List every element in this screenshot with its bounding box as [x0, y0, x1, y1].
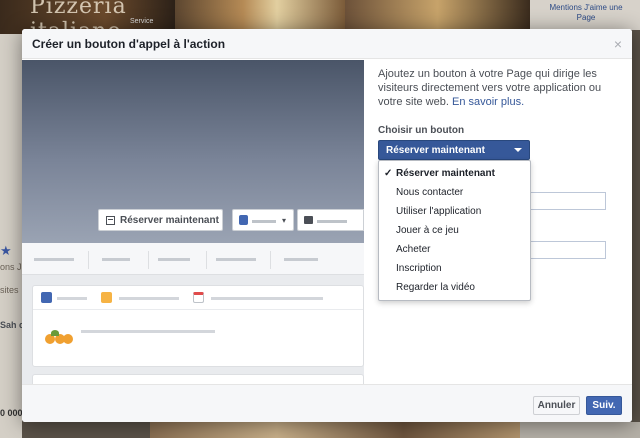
placeholder-bar: [158, 258, 190, 261]
cover-service-text: Service: [130, 18, 154, 25]
option-label: Jouer à ce jeu: [396, 225, 459, 236]
photo-icon: [101, 292, 112, 303]
url-input[interactable]: [528, 192, 606, 210]
next-button[interactable]: Suiv.: [586, 396, 622, 415]
dialog-title: Créer un bouton d'appel à l'action: [32, 36, 226, 51]
placeholder-bar: [317, 220, 347, 223]
selected-option-label: Réserver maintenant: [386, 144, 485, 156]
edit-icon: [41, 292, 52, 303]
tab-divider: [148, 251, 149, 269]
placeholder-bar: [119, 297, 179, 300]
thumbs-up-icon: [239, 215, 248, 225]
dialog-footer: Annuler Suiv.: [22, 384, 632, 422]
secondary-input[interactable]: [528, 241, 606, 259]
menu-item-option[interactable]: Utiliser l'application: [379, 202, 530, 221]
option-label: Acheter: [396, 244, 431, 255]
option-label: Regarder la vidéo: [396, 282, 475, 293]
placeholder-bar: [216, 258, 256, 261]
button-type-menu: ✓ Réserver maintenant Nous contacter Uti…: [378, 160, 531, 301]
preview-message-button: [297, 209, 364, 231]
preview-cta-button: Réserver maintenant: [98, 209, 223, 231]
menu-item-option[interactable]: Regarder la vidéo: [379, 278, 530, 297]
chevron-down-icon: [514, 148, 522, 152]
left-fragment: 0 000: [0, 408, 23, 418]
menu-item-option[interactable]: Nous contacter: [379, 183, 530, 202]
close-icon[interactable]: ×: [614, 37, 622, 51]
cancel-button[interactable]: Annuler: [533, 396, 580, 415]
option-label: Réserver maintenant: [396, 168, 495, 179]
placeholder-bar: [252, 220, 276, 223]
placeholder-bar: [211, 297, 323, 300]
button-type-select[interactable]: Réserver maintenant: [378, 140, 530, 160]
choose-button-label: Choisir un bouton: [378, 125, 465, 136]
placeholder-bar: [284, 258, 318, 261]
option-label: Utiliser l'application: [396, 206, 482, 217]
cta-dialog: Créer un bouton d'appel à l'action × Rés…: [22, 29, 632, 422]
left-column: [0, 34, 22, 438]
menu-item-option[interactable]: ✓ Réserver maintenant: [379, 164, 530, 183]
leaf-shape: [51, 330, 59, 336]
composer-tabs: [33, 286, 363, 310]
preview-post-card: [32, 374, 364, 384]
tab-divider: [88, 251, 89, 269]
option-label: Inscription: [396, 263, 442, 274]
bottom-photo-strip: [150, 422, 530, 438]
orange-shape: [63, 334, 73, 344]
menu-item-option[interactable]: Inscription: [379, 259, 530, 278]
preview-cta-label: Réserver maintenant: [120, 214, 219, 226]
menu-item-option[interactable]: Acheter: [379, 240, 530, 259]
panel-description: Ajoutez un bouton à votre Page qui dirig…: [378, 67, 618, 109]
left-fragment: ons J: [0, 262, 22, 272]
calendar-icon: [193, 292, 204, 303]
page-likes-link[interactable]: Mentions J'aime une Page: [542, 3, 630, 23]
menu-item-option[interactable]: Jouer à ce jeu: [379, 221, 530, 240]
message-icon: [304, 216, 313, 224]
placeholder-bar: [57, 297, 87, 300]
placeholder-bar: [34, 258, 74, 261]
dialog-header: Créer un bouton d'appel à l'action ×: [22, 29, 632, 59]
left-fragment: Sah c: [0, 320, 25, 330]
placeholder-bar: [102, 258, 130, 261]
calendar-icon: [106, 215, 115, 225]
page-preview: Réserver maintenant ▾: [22, 60, 364, 384]
learn-more-link[interactable]: En savoir plus.: [452, 96, 524, 108]
bottom-right-area: [520, 422, 640, 438]
chevron-down-icon: ▾: [282, 216, 287, 225]
preview-composer: [32, 285, 364, 367]
settings-panel: Ajoutez un bouton à votre Page qui dirig…: [378, 67, 618, 259]
rating-stars: ★: [0, 243, 12, 258]
tab-divider: [270, 251, 271, 269]
tab-divider: [206, 251, 207, 269]
placeholder-bar: [81, 330, 215, 333]
preview-like-button: ▾: [232, 209, 294, 231]
option-label: Nous contacter: [396, 187, 464, 198]
check-icon: ✓: [384, 168, 393, 179]
preview-tabs: [22, 243, 364, 275]
left-fragment: sites: [0, 285, 19, 295]
page-avatar: [43, 330, 73, 348]
